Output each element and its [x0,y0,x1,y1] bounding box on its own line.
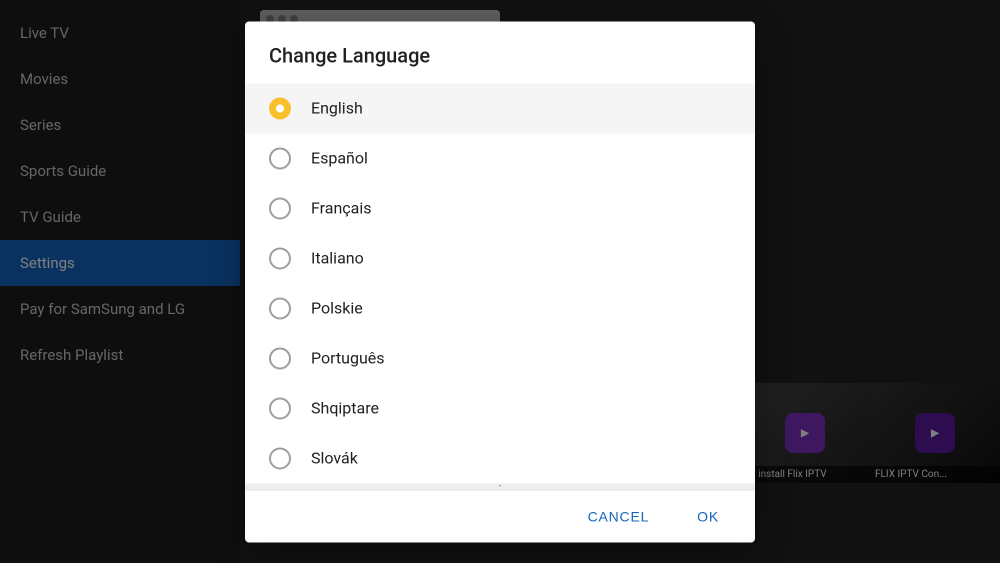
radio-francais [269,197,291,219]
language-label-shqiptare: Shqiptare [311,399,379,418]
radio-polskie [269,297,291,319]
language-label-portugues: Português [311,349,385,368]
language-option-francais[interactable]: Français [245,183,755,233]
language-option-italiano[interactable]: Italiano [245,233,755,283]
radio-english [269,97,291,119]
language-label-italiano: Italiano [311,249,364,268]
radio-espanol [269,147,291,169]
radio-shqiptare [269,397,291,419]
radio-portugues [269,347,291,369]
language-label-slovak: Slovák [311,449,358,468]
language-option-polskie[interactable]: Polskie [245,283,755,333]
language-label-francais: Français [311,199,372,218]
language-option-espanol[interactable]: Español [245,133,755,183]
change-language-dialog: Change Language English Español Français It… [245,21,755,542]
language-label-english: English [311,99,363,118]
radio-slovak [269,447,291,469]
ok-button[interactable]: OK [677,498,739,534]
language-option-slovak[interactable]: Slovák [245,433,755,483]
cancel-button[interactable]: CANCEL [568,498,670,534]
language-option-shqiptare[interactable]: Shqiptare [245,383,755,433]
language-label-polskie: Polskie [311,299,363,318]
dialog-title: Change Language [245,21,755,83]
radio-italiano [269,247,291,269]
language-list: English Español Français Italiano Polskie Por… [245,83,755,483]
language-option-portugues[interactable]: Português [245,333,755,383]
language-label-espanol: Español [311,149,368,168]
language-option-english[interactable]: English [245,83,755,133]
dialog-actions: CANCEL OK [245,490,755,542]
